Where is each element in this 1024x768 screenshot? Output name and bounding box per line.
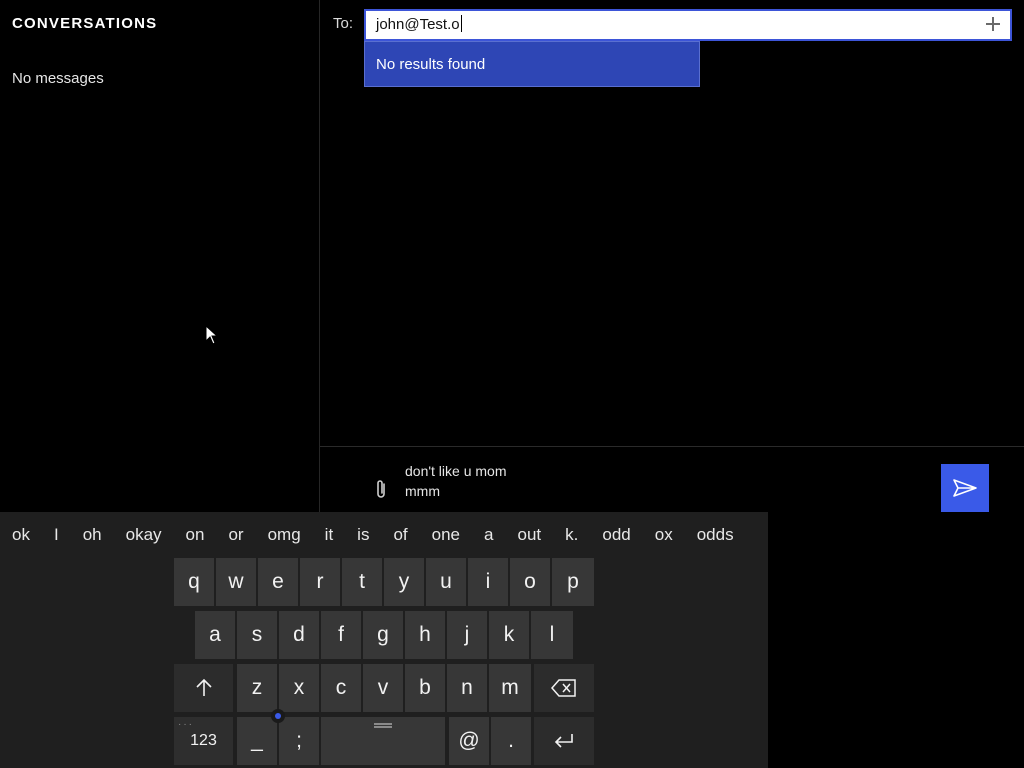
key-b[interactable]: b xyxy=(405,664,445,712)
enter-icon xyxy=(554,734,573,748)
compose-divider xyxy=(320,446,1024,447)
suggestion-item[interactable]: I xyxy=(42,525,71,545)
suggestion-item[interactable]: okay xyxy=(114,525,174,545)
suggestion-item[interactable]: odds xyxy=(685,525,746,545)
paperclip-icon[interactable] xyxy=(373,478,389,500)
empty-conversations-text: No messages xyxy=(12,70,104,87)
mouse-pointer-icon xyxy=(205,325,219,345)
key-f[interactable]: f xyxy=(321,611,361,659)
dots-icon: ··· xyxy=(178,719,194,730)
message-compose-field[interactable]: don't like u mom mmm xyxy=(405,461,507,501)
compose-line-1: don't like u mom xyxy=(405,463,507,479)
suggestion-item[interactable]: omg xyxy=(256,525,313,545)
send-icon xyxy=(953,479,977,497)
key-c[interactable]: c xyxy=(321,664,361,712)
key-q[interactable]: q xyxy=(174,558,214,606)
key-u[interactable]: u xyxy=(426,558,466,606)
word-suggestions-bar: ok I oh okay on or omg it is of one a ou… xyxy=(0,512,768,558)
key-y[interactable]: y xyxy=(384,558,424,606)
recipient-suggestion[interactable]: No results found xyxy=(364,41,700,87)
key-t[interactable]: t xyxy=(342,558,382,606)
suggestion-item[interactable]: ox xyxy=(643,525,685,545)
key-underscore[interactable]: _ xyxy=(237,717,277,765)
suggestion-item[interactable]: a xyxy=(472,525,505,545)
recipient-field[interactable]: john@Test.o xyxy=(364,9,1012,41)
sidebar-title: CONVERSATIONS xyxy=(12,15,158,32)
suggestion-item[interactable]: k. xyxy=(553,525,590,545)
plus-icon[interactable] xyxy=(984,15,1002,33)
backspace-icon xyxy=(551,679,576,697)
suggestion-item[interactable]: or xyxy=(216,525,255,545)
key-j[interactable]: j xyxy=(447,611,487,659)
key-z[interactable]: z xyxy=(237,664,277,712)
conversations-sidebar: CONVERSATIONS No messages xyxy=(0,0,320,512)
key-p[interactable]: p xyxy=(552,558,594,606)
touch-point-indicator xyxy=(271,709,285,723)
space-key[interactable] xyxy=(321,717,445,765)
key-r[interactable]: r xyxy=(300,558,340,606)
key-semicolon[interactable]: ; xyxy=(279,717,319,765)
key-g[interactable]: g xyxy=(363,611,403,659)
key-l[interactable]: l xyxy=(531,611,573,659)
space-grip-icon xyxy=(374,723,392,728)
key-h[interactable]: h xyxy=(405,611,445,659)
recipient-value: john@Test.o xyxy=(376,16,460,33)
key-d[interactable]: d xyxy=(279,611,319,659)
key-at[interactable]: @ xyxy=(449,717,489,765)
key-n[interactable]: n xyxy=(447,664,487,712)
key-v[interactable]: v xyxy=(363,664,403,712)
compose-line-2: mmm xyxy=(405,483,440,499)
key-e[interactable]: e xyxy=(258,558,298,606)
text-caret xyxy=(460,15,462,32)
key-x[interactable]: x xyxy=(279,664,319,712)
key-w[interactable]: w xyxy=(216,558,256,606)
recipient-input[interactable]: john@Test.o xyxy=(376,11,462,39)
backspace-key[interactable] xyxy=(534,664,594,712)
touch-keyboard: ok I oh okay on or omg it is of one a ou… xyxy=(0,512,768,768)
numbers-key-label: 123 xyxy=(190,732,217,749)
suggestion-item[interactable]: odd xyxy=(590,525,642,545)
key-i[interactable]: i xyxy=(468,558,508,606)
suggestion-item[interactable]: on xyxy=(174,525,217,545)
suggestion-item[interactable]: it xyxy=(313,525,346,545)
key-period[interactable]: . xyxy=(491,717,531,765)
shift-arrow-icon xyxy=(195,678,212,696)
key-o[interactable]: o xyxy=(510,558,550,606)
key-a[interactable]: a xyxy=(195,611,235,659)
suggestion-item[interactable]: oh xyxy=(71,525,114,545)
suggestion-item[interactable]: one xyxy=(420,525,472,545)
key-k[interactable]: k xyxy=(489,611,529,659)
enter-key[interactable] xyxy=(534,717,594,765)
shift-key[interactable] xyxy=(174,664,233,712)
suggestion-item[interactable]: of xyxy=(381,525,419,545)
suggestion-item[interactable]: ok xyxy=(0,525,42,545)
suggestion-item[interactable]: is xyxy=(345,525,381,545)
numbers-key[interactable]: ··· 123 xyxy=(174,717,233,765)
to-label: To: xyxy=(333,15,354,32)
suggestion-item[interactable]: out xyxy=(505,525,553,545)
send-button[interactable] xyxy=(941,464,989,512)
key-s[interactable]: s xyxy=(237,611,277,659)
key-m[interactable]: m xyxy=(489,664,531,712)
